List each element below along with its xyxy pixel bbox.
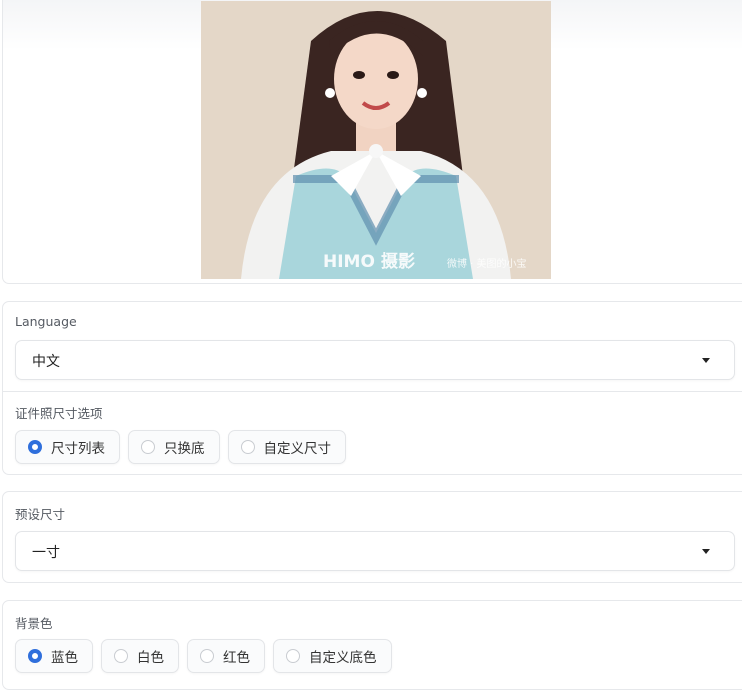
radio-unchecked-icon [286,649,300,663]
radio-unchecked-icon [240,440,255,454]
radio-label: 白色 [137,650,164,666]
settings-block-preset-size: 预设尺寸 一寸 [2,491,742,583]
watermark-text: HIMO [323,252,375,272]
background-color-radio-group: 蓝色 白色 红色 自定义底色 [15,639,392,673]
preset-size-select[interactable]: 一寸 [15,531,735,571]
language-label: Language [15,314,77,329]
radio-label: 蓝色 [51,650,78,666]
radio-label: 自定义底色 [309,650,377,666]
radio-label: 只换底 [164,441,205,457]
settings-block-background-color: 背景色 蓝色 白色 红色 自定义底色 [2,600,742,690]
radio-blue[interactable]: 蓝色 [15,639,93,673]
settings-block-language-size: Language 中文 证件照尺寸选项 尺寸列表 只换底 自定义尺寸 [2,301,742,475]
radio-unchecked-icon [200,649,214,663]
svg-text:微博 · 美图的小宝: 微博 · 美图的小宝 [447,257,527,270]
radio-white[interactable]: 白色 [101,639,179,673]
radio-custom-size[interactable]: 自定义尺寸 [227,430,346,464]
size-options-radio-group: 尺寸列表 只换底 自定义尺寸 [15,430,346,464]
portrait-photo: HIMO 摄影 微博 · 美图的小宝 [201,1,551,279]
language-select[interactable]: 中文 [15,340,735,380]
radio-unchecked-icon [141,440,155,454]
divider [3,391,742,392]
language-select-value: 中文 [32,354,60,370]
radio-size-list[interactable]: 尺寸列表 [15,430,120,464]
chevron-down-icon [702,358,710,363]
radio-label: 自定义尺寸 [263,441,332,457]
chevron-down-icon [702,549,710,554]
radio-change-background-only[interactable]: 只换底 [128,430,220,464]
preset-size-label: 预设尺寸 [15,507,66,522]
radio-checked-icon [28,649,42,663]
preset-size-select-value: 一寸 [32,545,60,561]
image-preview-panel: HIMO 摄影 微博 · 美图的小宝 ‹ [2,0,742,284]
radio-checked-icon [28,440,42,454]
radio-unchecked-icon [114,649,128,663]
svg-text:摄影: 摄影 [381,251,415,272]
background-color-label: 背景色 [15,616,53,631]
radio-label: 红色 [223,650,250,666]
radio-custom-color[interactable]: 自定义底色 [273,639,392,673]
radio-red[interactable]: 红色 [187,639,265,673]
size-options-label: 证件照尺寸选项 [15,406,103,421]
radio-label: 尺寸列表 [51,441,105,457]
